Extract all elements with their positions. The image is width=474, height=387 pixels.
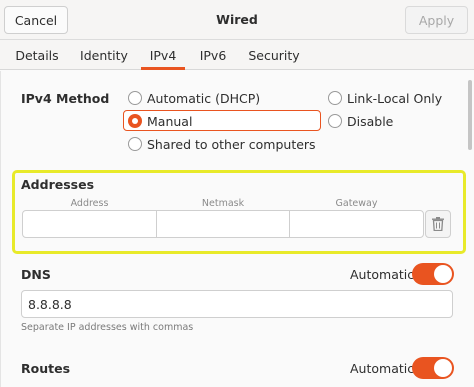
radio-disable[interactable]: Disable: [328, 111, 393, 131]
tab-ipv6[interactable]: IPv6: [191, 40, 235, 70]
tab-security[interactable]: Security: [244, 40, 304, 70]
routes-automatic-switch[interactable]: [412, 357, 454, 379]
tab-ipv4-label: IPv4: [149, 47, 177, 63]
dns-label: DNS: [21, 267, 51, 282]
trash-icon: [432, 217, 444, 231]
active-tab-indicator: [141, 67, 185, 70]
routes-label: Routes: [21, 361, 71, 376]
radio-label: Automatic (DHCP): [147, 90, 261, 106]
tab-bar: Details Identity IPv4 IPv6 Security: [0, 40, 474, 70]
gateway-input[interactable]: [289, 210, 424, 238]
header-bar: Cancel Wired Apply: [0, 0, 474, 40]
dns-automatic-label: Automatic: [350, 267, 415, 282]
address-column-header: Address: [70, 198, 109, 209]
radio-label: Disable: [347, 113, 394, 129]
radio-button: [328, 91, 342, 105]
addresses-label: Addresses: [21, 177, 95, 192]
routes-automatic-label: Automatic: [350, 361, 415, 376]
dns-automatic-switch[interactable]: [412, 263, 454, 285]
radio-button: [128, 91, 142, 105]
dialog-title: Wired: [216, 12, 258, 27]
address-input[interactable]: [22, 210, 157, 238]
radio-label: Shared to other computers: [147, 136, 316, 152]
radio-button-checked: [128, 114, 142, 128]
apply-button[interactable]: Apply: [405, 6, 468, 34]
tab-details[interactable]: Details: [6, 40, 68, 70]
ipv4-method-label: IPv4 Method: [21, 91, 110, 106]
radio-link-local-only[interactable]: Link-Local Only: [328, 88, 442, 108]
netmask-input[interactable]: [156, 210, 290, 238]
switch-knob: [434, 359, 452, 377]
radio-label: Link-Local Only: [347, 90, 443, 106]
delete-address-button[interactable]: [425, 210, 451, 238]
gateway-column-header: Gateway: [335, 198, 378, 209]
scrollbar[interactable]: [468, 80, 472, 150]
radio-button: [328, 114, 342, 128]
dns-hint: Separate IP addresses with commas: [21, 322, 194, 333]
switch-knob: [434, 265, 452, 283]
radio-label: Manual: [147, 113, 193, 129]
radio-button: [128, 137, 142, 151]
tab-identity[interactable]: Identity: [72, 40, 136, 70]
dns-input[interactable]: 8.8.8.8: [21, 290, 453, 318]
radio-shared[interactable]: Shared to other computers: [128, 134, 316, 154]
netmask-column-header: Netmask: [201, 198, 245, 209]
radio-manual[interactable]: Manual: [128, 111, 192, 131]
tab-ipv4[interactable]: IPv4: [141, 40, 185, 70]
radio-automatic-dhcp[interactable]: Automatic (DHCP): [128, 88, 260, 108]
